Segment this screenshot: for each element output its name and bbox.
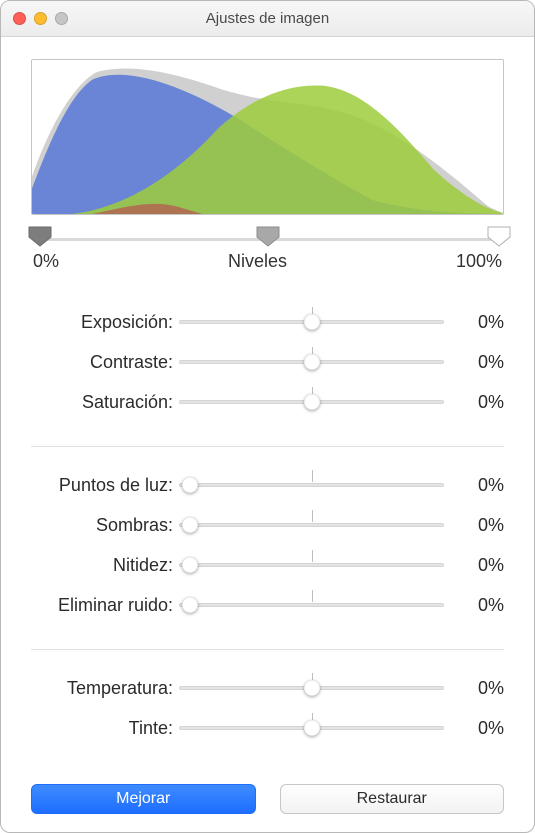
levels-slider[interactable]: [31, 225, 504, 247]
knob-contrast[interactable]: [304, 354, 320, 370]
levels-shadows-handle[interactable]: [27, 225, 53, 247]
row-exposure: Exposición: 0%: [31, 302, 504, 342]
zoom-icon[interactable]: [55, 12, 68, 25]
slider-contrast[interactable]: [179, 351, 444, 373]
value-shadows: 0%: [444, 515, 504, 536]
close-icon[interactable]: [13, 12, 26, 25]
label-shadows: Sombras:: [31, 515, 179, 536]
label-tint: Tinte:: [31, 718, 179, 739]
histogram-svg: [32, 60, 503, 214]
row-contrast: Contraste: 0%: [31, 342, 504, 382]
label-contrast: Contraste:: [31, 352, 179, 373]
reset-button[interactable]: Restaurar: [280, 784, 505, 814]
label-temperature: Temperatura:: [31, 678, 179, 699]
levels-right-label: 100%: [456, 251, 502, 272]
slider-saturation[interactable]: [179, 391, 444, 413]
row-sharpness: Nitidez: 0%: [31, 545, 504, 585]
value-saturation: 0%: [444, 392, 504, 413]
levels-center-label: Niveles: [59, 251, 456, 272]
content-area: 0% Niveles 100% Exposición: 0% Contraste…: [1, 37, 534, 832]
value-denoise: 0%: [444, 595, 504, 616]
enhance-button[interactable]: Mejorar: [31, 784, 256, 814]
value-temperature: 0%: [444, 678, 504, 699]
knob-temperature[interactable]: [304, 680, 320, 696]
row-denoise: Eliminar ruido: 0%: [31, 585, 504, 625]
window-controls: [1, 12, 68, 25]
value-contrast: 0%: [444, 352, 504, 373]
slider-tint[interactable]: [179, 717, 444, 739]
levels-highlights-handle[interactable]: [486, 225, 512, 247]
button-row: Mejorar Restaurar: [31, 760, 504, 814]
label-saturation: Saturación:: [31, 392, 179, 413]
row-tint: Tinte: 0%: [31, 708, 504, 748]
slider-highlights[interactable]: [179, 474, 444, 496]
knob-exposure[interactable]: [304, 314, 320, 330]
group-detail: Puntos de luz: 0% Sombras: 0% Nitidez:: [31, 446, 504, 625]
slider-exposure[interactable]: [179, 311, 444, 333]
label-denoise: Eliminar ruido:: [31, 595, 179, 616]
levels-mid-handle[interactable]: [255, 225, 281, 247]
label-exposure: Exposición:: [31, 312, 179, 333]
label-highlights: Puntos de luz:: [31, 475, 179, 496]
slider-sharpness[interactable]: [179, 554, 444, 576]
label-sharpness: Nitidez:: [31, 555, 179, 576]
window-title: Ajustes de imagen: [1, 10, 534, 27]
group-color: Temperatura: 0% Tinte: 0%: [31, 649, 504, 748]
slider-denoise[interactable]: [179, 594, 444, 616]
value-highlights: 0%: [444, 475, 504, 496]
titlebar: Ajustes de imagen: [1, 1, 534, 37]
knob-saturation[interactable]: [304, 394, 320, 410]
adjust-image-window: Ajustes de imagen: [0, 0, 535, 833]
knob-shadows[interactable]: [182, 517, 198, 533]
row-shadows: Sombras: 0%: [31, 505, 504, 545]
value-sharpness: 0%: [444, 555, 504, 576]
row-saturation: Saturación: 0%: [31, 382, 504, 422]
value-exposure: 0%: [444, 312, 504, 333]
value-tint: 0%: [444, 718, 504, 739]
row-temperature: Temperatura: 0%: [31, 668, 504, 708]
levels-labels: 0% Niveles 100%: [31, 251, 504, 272]
row-highlights: Puntos de luz: 0%: [31, 465, 504, 505]
knob-sharpness[interactable]: [182, 557, 198, 573]
knob-highlights[interactable]: [182, 477, 198, 493]
slider-shadows[interactable]: [179, 514, 444, 536]
slider-temperature[interactable]: [179, 677, 444, 699]
group-basic: Exposición: 0% Contraste: 0% Saturación:: [31, 302, 504, 422]
knob-denoise[interactable]: [182, 597, 198, 613]
knob-tint[interactable]: [304, 720, 320, 736]
minimize-icon[interactable]: [34, 12, 47, 25]
histogram: [31, 59, 504, 215]
levels-left-label: 0%: [33, 251, 59, 272]
